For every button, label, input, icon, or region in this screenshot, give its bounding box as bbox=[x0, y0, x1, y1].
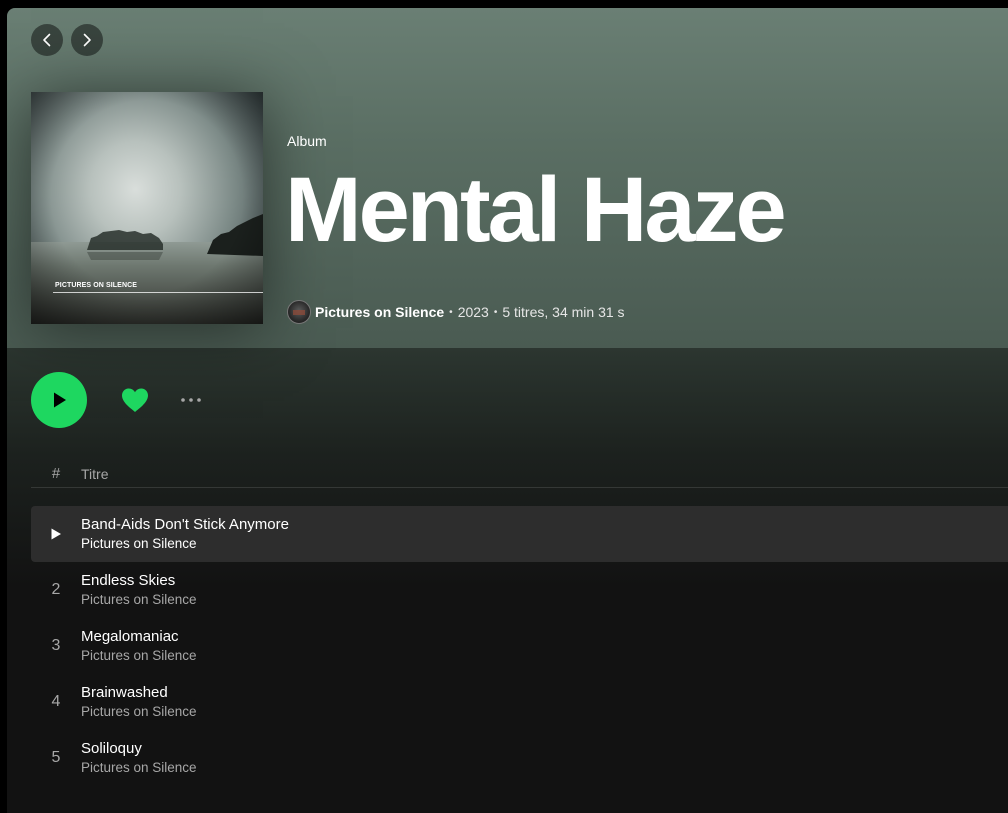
artist-avatar bbox=[287, 300, 311, 324]
album-cover: PICTURES ON SILENCE bbox=[31, 92, 263, 324]
track-number: 5 bbox=[51, 749, 61, 766]
chevron-left-icon bbox=[43, 33, 51, 47]
like-button[interactable] bbox=[119, 384, 151, 416]
cover-landscape bbox=[31, 92, 263, 324]
track-title: Megalomaniac bbox=[81, 628, 179, 645]
track-artist[interactable]: Pictures on Silence bbox=[81, 759, 197, 777]
column-number: # bbox=[51, 465, 61, 482]
track-artist[interactable]: Pictures on Silence bbox=[81, 535, 289, 553]
album-meta: Pictures on Silence • 2023 • 5 titres, 3… bbox=[287, 300, 625, 324]
more-options-button[interactable] bbox=[175, 384, 207, 416]
table-row[interactable]: 4 Brainwashed Pictures on Silence bbox=[31, 674, 1008, 730]
table-row[interactable]: 5 Soliloquy Pictures on Silence bbox=[31, 730, 1008, 786]
track-title: Brainwashed bbox=[81, 684, 168, 701]
album-summary: 5 titres, 34 min 31 s bbox=[502, 304, 625, 320]
track-title: Endless Skies bbox=[81, 572, 176, 589]
artist-link[interactable]: Pictures on Silence bbox=[315, 304, 444, 320]
track-number: 4 bbox=[51, 693, 61, 710]
table-row[interactable]: 2 Endless Skies Pictures on Silence bbox=[31, 562, 1008, 618]
track-artist[interactable]: Pictures on Silence bbox=[81, 591, 197, 609]
track-number: 2 bbox=[51, 581, 61, 598]
tracklist-header: # Titre bbox=[31, 460, 1008, 488]
play-icon[interactable] bbox=[49, 527, 63, 541]
back-button[interactable] bbox=[31, 24, 63, 56]
track-artist[interactable]: Pictures on Silence bbox=[81, 703, 197, 721]
track-number: 3 bbox=[51, 637, 61, 654]
action-bar bbox=[31, 372, 207, 428]
forward-button[interactable] bbox=[71, 24, 103, 56]
track-artist[interactable]: Pictures on Silence bbox=[81, 647, 197, 665]
album-year: 2023 bbox=[457, 304, 489, 320]
album-page: PICTURES ON SILENCE Album Mental Haze Pi… bbox=[7, 8, 1008, 813]
play-button[interactable] bbox=[31, 372, 87, 428]
tracklist: Band-Aids Don't Stick Anymore Pictures o… bbox=[31, 506, 1008, 786]
table-row[interactable]: 3 Megalomaniac Pictures on Silence bbox=[31, 618, 1008, 674]
column-title[interactable]: Titre bbox=[81, 466, 108, 482]
track-title: Band-Aids Don't Stick Anymore bbox=[81, 516, 289, 533]
album-type-label: Album bbox=[287, 133, 327, 149]
play-icon bbox=[54, 392, 66, 408]
chevron-right-icon bbox=[83, 33, 91, 47]
heart-filled-icon bbox=[122, 388, 148, 412]
track-title: Soliloquy bbox=[81, 740, 142, 757]
album-title: Mental Haze bbox=[285, 159, 787, 261]
table-row[interactable]: Band-Aids Don't Stick Anymore Pictures o… bbox=[31, 506, 1008, 562]
more-horizontal-icon bbox=[181, 398, 201, 402]
cover-caption: PICTURES ON SILENCE bbox=[55, 282, 138, 289]
